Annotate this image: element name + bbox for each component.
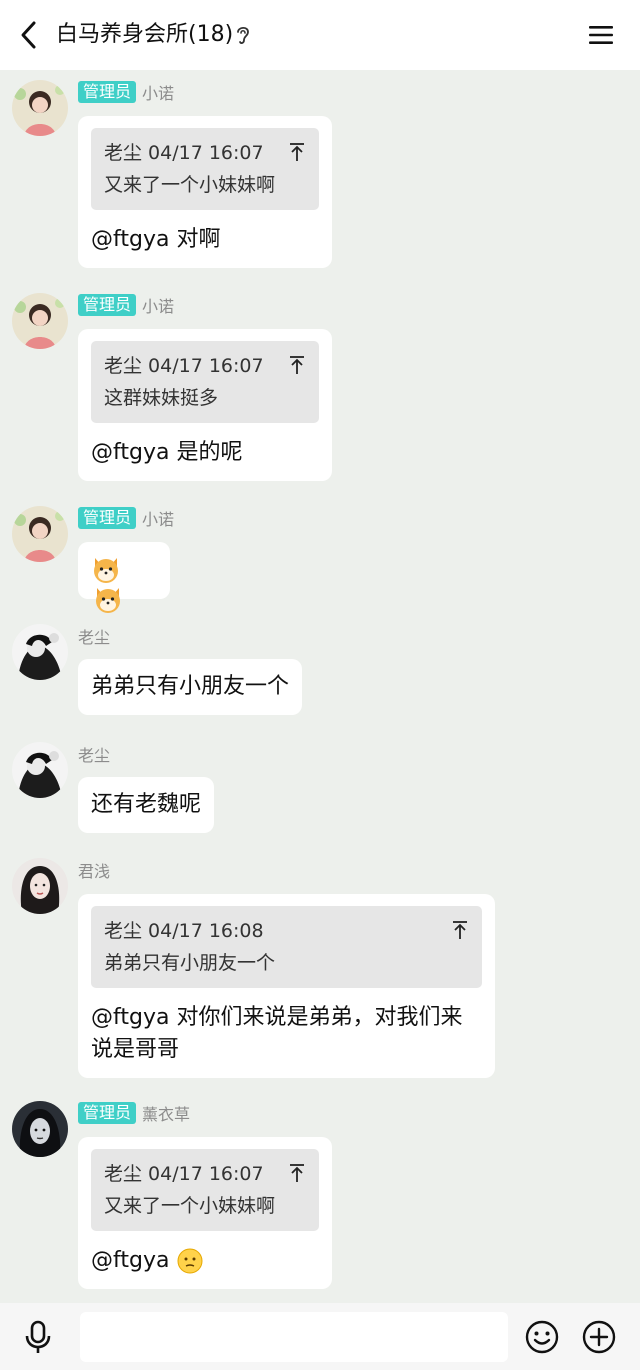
chat-header: 白马养身会所(18): [0, 0, 640, 70]
quote-header: 老尘 04/17 16:07: [104, 1163, 264, 1185]
quoted-message[interactable]: 老尘 04/17 16:07 这群妹妹挺多: [91, 341, 319, 423]
message-meta: 管理员 小诺: [78, 506, 174, 530]
message-item: 管理员 小诺: [0, 506, 640, 613]
avatar[interactable]: [12, 506, 68, 562]
message-bubble[interactable]: 老尘 04/17 16:07 又来了一个小妹妹啊 @ftgya 对啊: [78, 116, 332, 268]
hamburger-menu-icon: [589, 26, 613, 44]
message-content: @ftgya: [91, 1245, 319, 1277]
message-item: 君浅 老尘 04/17 16:08 弟弟只有小朋友一个 @ftgya 对你们来说…: [0, 858, 640, 1083]
message-text: @ftgya 是的呢: [91, 440, 243, 465]
avatar[interactable]: [12, 858, 68, 914]
jump-to-top-icon[interactable]: [289, 142, 305, 162]
avatar[interactable]: [12, 624, 68, 680]
shiba-dog-emoji: [96, 588, 120, 613]
message-meta: 老尘: [78, 742, 110, 766]
message-bubble[interactable]: 老尘 04/17 16:07 又来了一个小妹妹啊 @ftgya: [78, 1137, 332, 1289]
input-bar: [0, 1303, 640, 1370]
jump-to-top-icon[interactable]: [289, 355, 305, 375]
sender-name: 老尘: [78, 746, 111, 765]
sender-name: 小诺: [142, 297, 175, 316]
admin-badge: 管理员: [78, 507, 137, 529]
message-meta: 管理员 小诺: [78, 80, 174, 104]
admin-badge: 管理员: [78, 294, 137, 316]
sender-name: 薰衣草: [142, 1105, 191, 1124]
message-text-line: @ftgya 对你们来说是弟弟，对我们来: [91, 1005, 463, 1030]
shiba-dog-emoji: [94, 558, 118, 583]
quoted-message[interactable]: 老尘 04/17 16:07 又来了一个小妹妹啊: [91, 128, 319, 210]
avatar[interactable]: [12, 1101, 68, 1157]
sender-name: 君浅: [78, 862, 111, 881]
ear-icon: [237, 26, 249, 44]
message-meta: 管理员 小诺: [78, 293, 174, 317]
smiley-icon[interactable]: [524, 1319, 560, 1355]
message-text: @ftgya: [91, 1248, 170, 1273]
back-button[interactable]: [12, 18, 44, 52]
quote-text: 又来了一个小妹妹啊: [104, 174, 276, 196]
message-item: 老尘 还有老魏呢: [0, 742, 640, 837]
quote-text: 弟弟只有小朋友一个: [104, 952, 276, 974]
chat-title[interactable]: 白马养身会所(18): [56, 20, 233, 50]
quoted-message[interactable]: 老尘 04/17 16:08 弟弟只有小朋友一个: [91, 906, 482, 988]
message-text-line: 说是哥哥: [91, 1037, 180, 1062]
message-meta: 老尘: [78, 624, 110, 648]
avatar[interactable]: [12, 742, 68, 798]
message-bubble[interactable]: [78, 542, 170, 613]
message-bubble[interactable]: 还有老魏呢: [78, 777, 215, 833]
message-text: 弟弟只有小朋友一个: [91, 674, 290, 699]
sender-name: 老尘: [78, 628, 111, 647]
message-text: 还有老魏呢: [91, 792, 202, 817]
avatar[interactable]: [12, 293, 68, 349]
quote-text: 又来了一个小妹妹啊: [104, 1195, 276, 1217]
menu-button[interactable]: [586, 20, 616, 50]
message-bubble[interactable]: 老尘 04/17 16:08 弟弟只有小朋友一个 @ftgya 对你们来说是弟弟…: [78, 894, 495, 1078]
message-bubble[interactable]: 老尘 04/17 16:07 这群妹妹挺多 @ftgya 是的呢: [78, 329, 332, 481]
message-meta: 君浅: [78, 858, 110, 882]
quote-text: 这群妹妹挺多: [104, 387, 219, 409]
message-item: 老尘 弟弟只有小朋友一个: [0, 624, 640, 719]
admin-badge: 管理员: [78, 81, 137, 103]
message-item: 管理员 薰衣草 老尘 04/17 16:07 又来了一个小妹妹啊 @ftgya: [0, 1101, 640, 1293]
avatar[interactable]: [12, 80, 68, 136]
message-item: 管理员 小诺 老尘 04/17 16:07 又来了一个小妹妹啊 @ftgya 对…: [0, 80, 640, 270]
message-bubble[interactable]: 弟弟只有小朋友一个: [78, 659, 303, 715]
plus-circle-icon[interactable]: [581, 1319, 617, 1355]
jump-to-top-icon[interactable]: [289, 1163, 305, 1183]
quote-header: 老尘 04/17 16:07: [104, 355, 264, 377]
quote-header: 老尘 04/17 16:08: [104, 920, 264, 942]
message-text: @ftgya 对你们来说是弟弟，对我们来 说是哥哥: [91, 1002, 482, 1066]
sender-name: 小诺: [142, 510, 175, 529]
message-input[interactable]: [80, 1312, 508, 1362]
jump-to-top-icon[interactable]: [452, 920, 468, 940]
admin-badge: 管理员: [78, 1102, 137, 1124]
message-text: @ftgya 对啊: [91, 227, 221, 252]
microphone-icon[interactable]: [20, 1319, 56, 1355]
sender-name: 小诺: [142, 84, 175, 103]
quoted-message[interactable]: 老尘 04/17 16:07 又来了一个小妹妹啊: [91, 1149, 319, 1231]
thinking-face-emoji: [177, 1248, 203, 1274]
message-meta: 管理员 薰衣草: [78, 1101, 190, 1125]
chevron-left-icon: [21, 21, 36, 49]
message-item: 管理员 小诺 老尘 04/17 16:07 这群妹妹挺多 @ftgya 是的呢: [0, 293, 640, 483]
quote-header: 老尘 04/17 16:07: [104, 142, 264, 164]
